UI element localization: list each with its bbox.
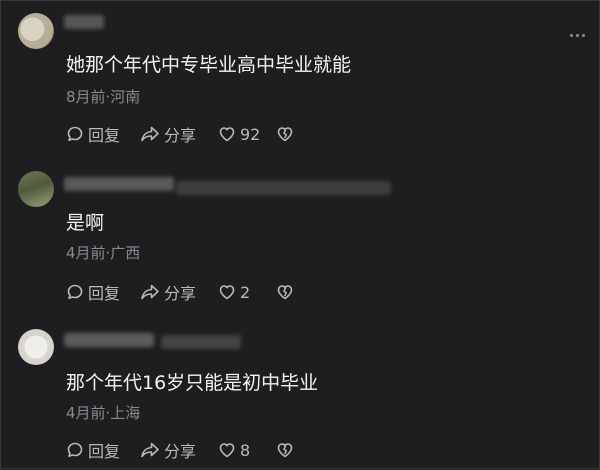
dislike-button[interactable] — [276, 441, 294, 459]
heart-icon — [219, 443, 235, 458]
share-button[interactable]: 分享 — [140, 438, 218, 462]
username-redacted — [64, 333, 154, 347]
username-redacted — [161, 335, 241, 349]
reply-button[interactable]: 回复 — [66, 438, 140, 462]
comment-item: 那个年代16岁只能是初中毕业 4月前·上海 回复 分享 8 — [1, 1, 600, 470]
broken-heart-icon — [277, 443, 293, 458]
share-arrow-icon — [141, 442, 159, 458]
comment-actions: 回复 分享 8 — [66, 439, 294, 461]
like-count: 8 — [240, 440, 251, 460]
avatar[interactable] — [18, 329, 54, 365]
comment-panel: 她那个年代中专毕业高中毕业就能 8月前·河南 回复 分享 92 是啊 4月前·广… — [0, 0, 600, 469]
comment-text: 那个年代16岁只能是初中毕业 — [66, 372, 319, 394]
reply-bubble-icon — [67, 442, 83, 457]
comment-meta: 4月前·上海 — [66, 404, 141, 422]
reply-label: 回复 — [88, 442, 121, 461]
like-button[interactable]: 8 — [218, 441, 276, 460]
share-label: 分享 — [164, 442, 197, 461]
